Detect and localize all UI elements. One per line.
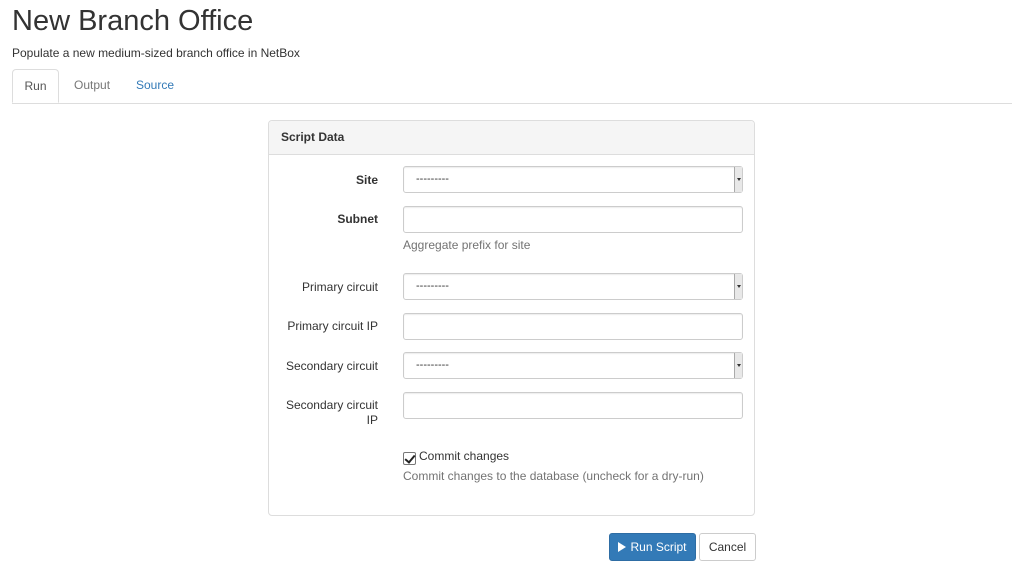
secondary-circuit-select[interactable]: --------- <box>403 352 743 379</box>
primary-circuit-ip-label: Primary circuit IP <box>287 319 378 333</box>
site-select-arrow <box>734 167 742 192</box>
tab-source[interactable]: Source <box>124 69 186 102</box>
secondary-circuit-label: Secondary circuit <box>285 359 378 373</box>
page-title: New Branch Office <box>12 5 254 37</box>
panel-heading: Script Data <box>269 121 754 155</box>
secondary-circuit-ip-label: Secondary circuit IP <box>285 398 378 427</box>
cancel-button[interactable]: Cancel <box>699 533 756 561</box>
primary-circuit-select[interactable]: --------- <box>403 273 743 300</box>
primary-circuit-label: Primary circuit <box>301 280 378 294</box>
run-script-label: Run Script <box>630 540 687 554</box>
site-select[interactable]: --------- <box>403 166 743 193</box>
primary-circuit-select-value: --------- <box>416 280 449 292</box>
site-select-value: --------- <box>416 173 449 185</box>
chevron-down-icon <box>737 178 741 181</box>
subnet-help: Aggregate prefix for site <box>403 238 531 252</box>
run-script-button[interactable]: Run Script <box>609 533 696 561</box>
play-icon <box>618 541 627 552</box>
page-subtitle: Populate a new medium-sized branch offic… <box>12 46 300 60</box>
site-label: Site <box>355 173 378 187</box>
commit-help: Commit changes to the database (uncheck … <box>403 469 704 483</box>
tab-run[interactable]: Run <box>12 69 59 103</box>
secondary-circuit-select-value: --------- <box>416 359 449 371</box>
script-data-panel: Script Data Site --------- Subnet Aggreg… <box>268 120 755 516</box>
commit-checkbox[interactable] <box>403 452 416 465</box>
primary-circuit-select-arrow <box>734 274 742 299</box>
subnet-input[interactable] <box>403 206 743 233</box>
tab-bar: Run Output Source <box>12 69 1012 104</box>
tab-output[interactable]: Output <box>62 69 122 102</box>
chevron-down-icon <box>737 285 741 288</box>
commit-checkbox-label[interactable]: Commit changes <box>419 449 509 463</box>
secondary-circuit-select-arrow <box>734 353 742 378</box>
primary-circuit-ip-input[interactable] <box>403 313 743 340</box>
secondary-circuit-ip-input[interactable] <box>403 392 743 419</box>
chevron-down-icon <box>737 364 741 367</box>
subnet-label: Subnet <box>337 212 378 226</box>
